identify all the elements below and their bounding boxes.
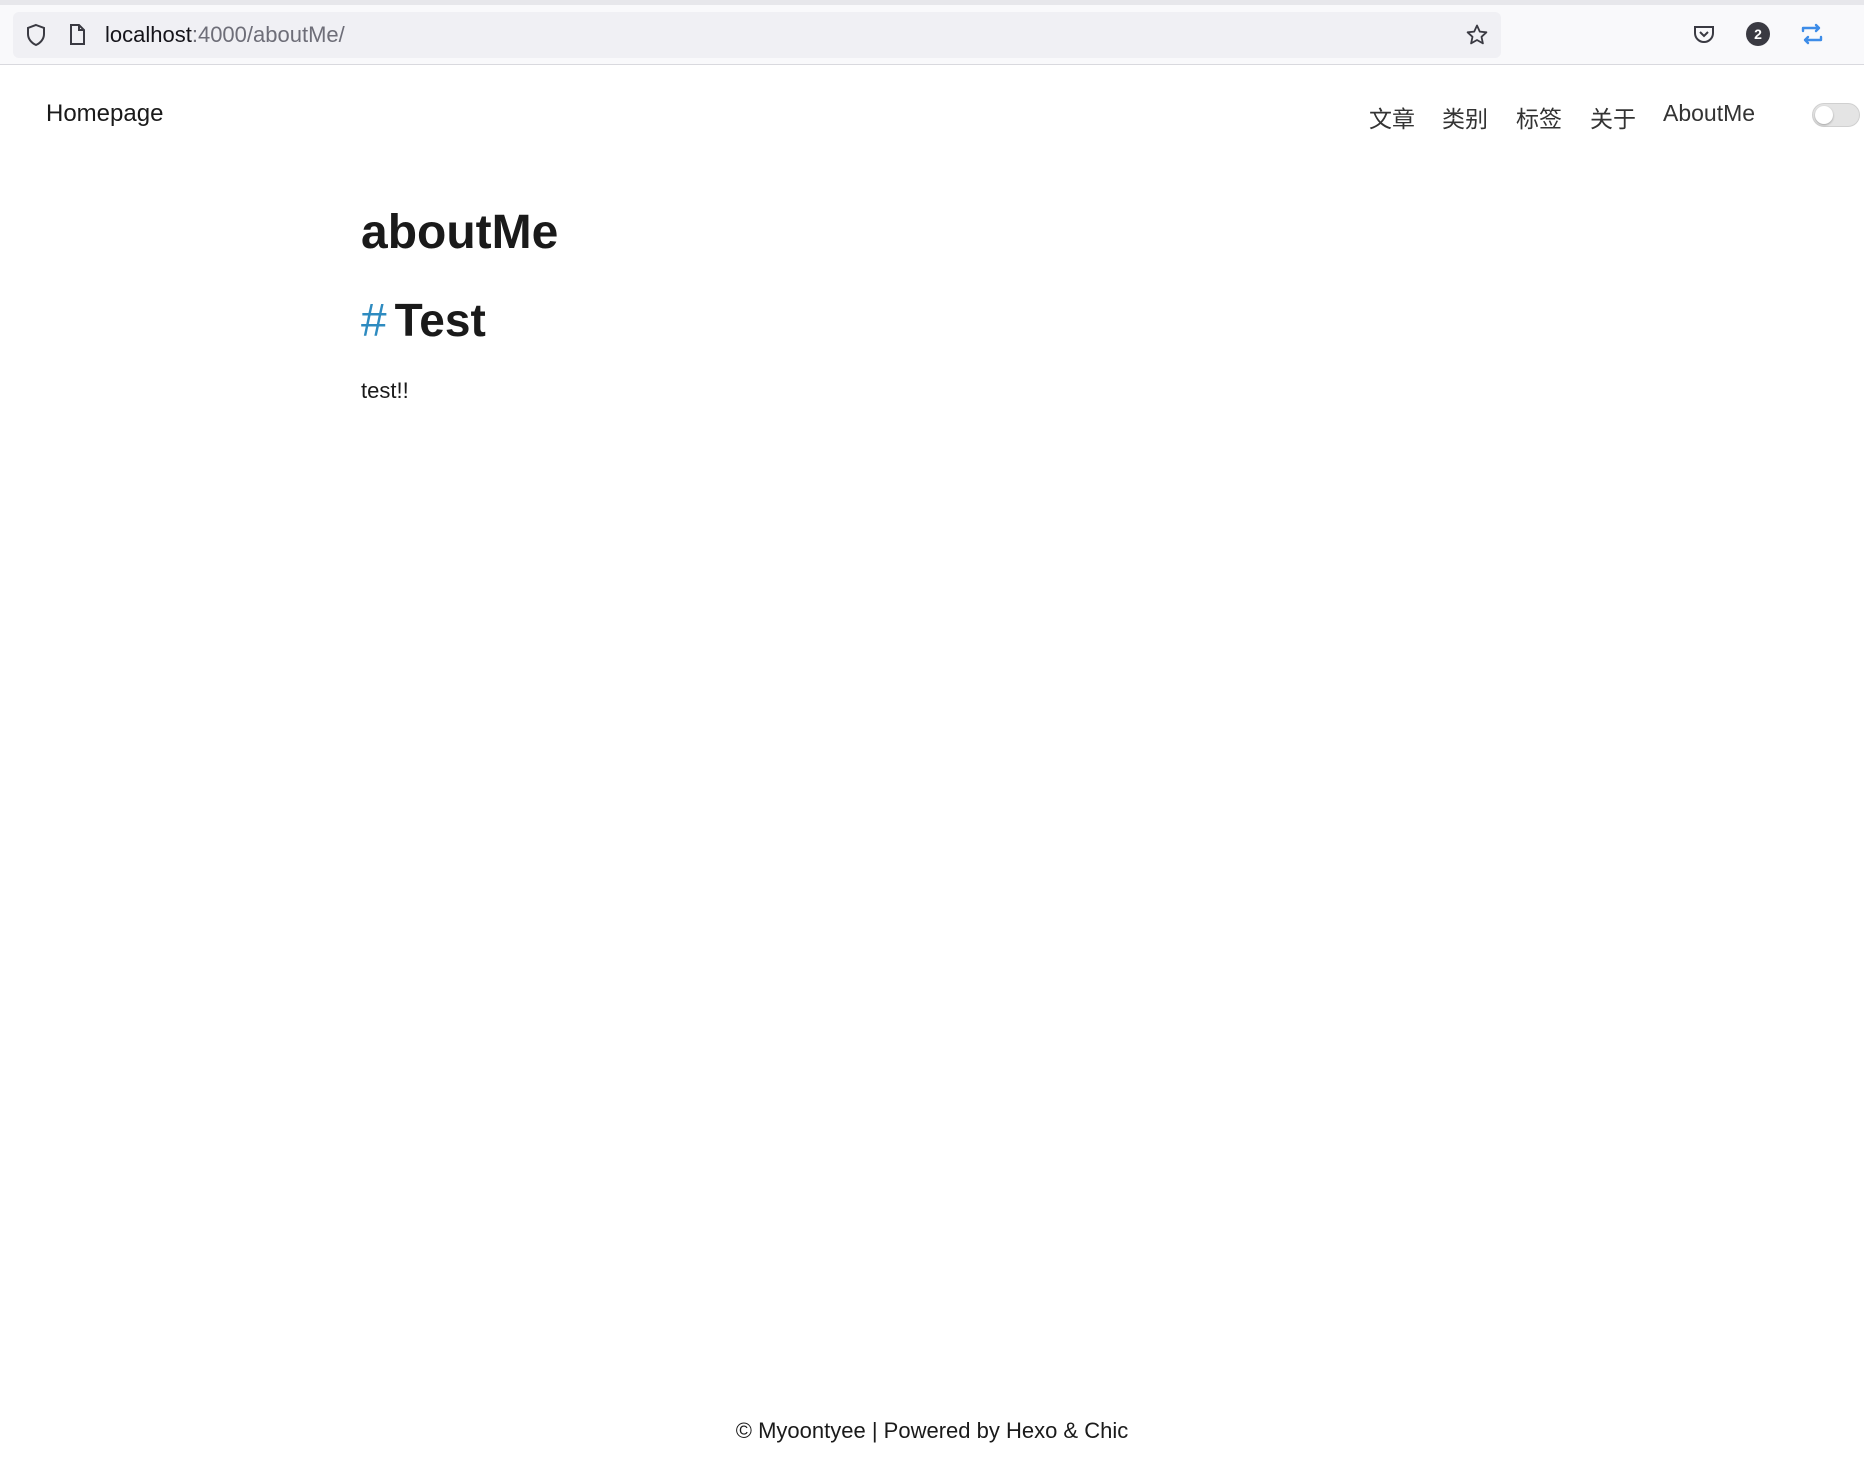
site-navbar: Homepage 文章 类别 标签 关于 AboutMe [0, 66, 1864, 166]
nav-item-tags[interactable]: 标签 [1516, 100, 1562, 134]
page-icon [65, 23, 89, 47]
nav-item-articles[interactable]: 文章 [1369, 100, 1415, 134]
nav-item-aboutme[interactable]: AboutMe [1663, 100, 1755, 127]
dark-mode-toggle[interactable] [1812, 103, 1860, 127]
url-text[interactable]: localhost:4000/aboutMe/ [105, 22, 345, 48]
url-host: localhost [105, 22, 192, 47]
tab-strip [0, 0, 1864, 5]
extension-badge-count: 2 [1746, 22, 1770, 46]
nav-item-about[interactable]: 关于 [1590, 100, 1636, 134]
sync-icon[interactable] [1798, 20, 1826, 48]
url-path: :4000/aboutMe/ [191, 22, 345, 47]
browser-toolbar: localhost:4000/aboutMe/ 2 [0, 0, 1864, 65]
nav-item-categories[interactable]: 类别 [1442, 100, 1488, 134]
extension-badge-icon[interactable]: 2 [1744, 20, 1772, 48]
address-bar[interactable]: localhost:4000/aboutMe/ [13, 12, 1501, 58]
toggle-knob [1815, 106, 1833, 124]
section-heading: # Test [361, 288, 1501, 352]
section-title: Test [394, 294, 486, 346]
page-title: aboutMe [361, 206, 559, 259]
body-paragraph: test!! [361, 378, 409, 403]
star-icon[interactable] [1465, 23, 1489, 47]
heading-anchor-hash[interactable]: # [361, 294, 387, 346]
footer: © Myoontyee | Powered by Hexo & Chic [0, 1416, 1864, 1446]
footer-text: © Myoontyee | Powered by Hexo & Chic [735, 1418, 1129, 1443]
homepage-link[interactable]: Homepage [46, 100, 163, 128]
pocket-icon[interactable] [1690, 20, 1718, 48]
shield-icon[interactable] [24, 23, 48, 47]
main-content: aboutMe # Test test!! [361, 200, 1501, 406]
